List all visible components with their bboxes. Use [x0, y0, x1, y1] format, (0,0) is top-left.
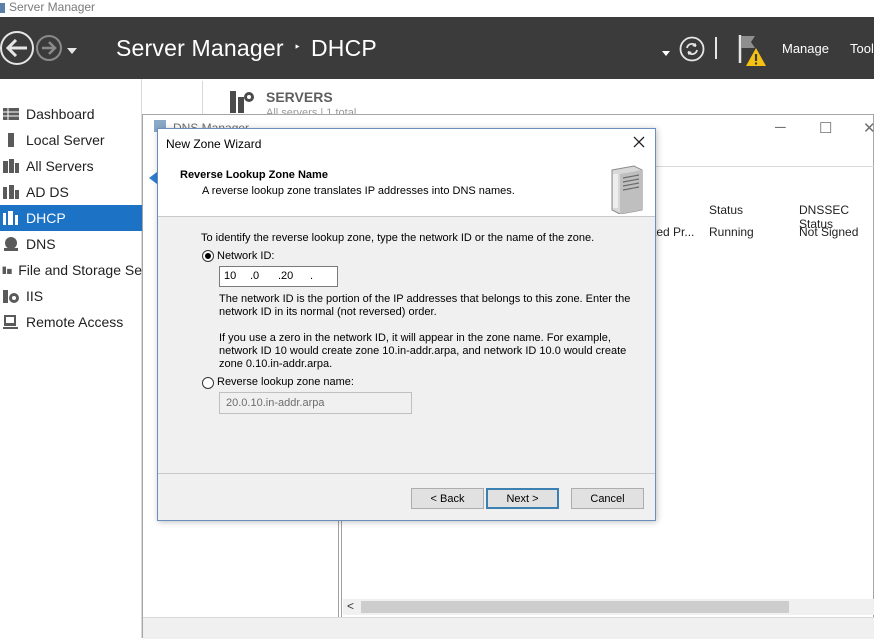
- all-servers-icon: [3, 159, 19, 173]
- forward-nav-button[interactable]: [36, 35, 62, 61]
- sidebar-item-remote-access[interactable]: Remote Access: [0, 309, 142, 335]
- sidebar-item-label: AD DS: [26, 184, 69, 200]
- server-manager-titlebar: Server Manager: [0, 0, 874, 17]
- zone-name-input[interactable]: 20.0.10.in-addr.arpa: [219, 392, 412, 414]
- manage-menu[interactable]: Manage: [782, 41, 829, 56]
- remote-access-icon: [3, 315, 18, 329]
- scroll-left-icon[interactable]: <: [347, 599, 354, 613]
- server-manager-sidebar: Dashboard Local Server All Servers AD DS…: [0, 79, 142, 638]
- notifications-flag[interactable]: [737, 33, 771, 72]
- sidebar-item-dns[interactable]: DNS: [0, 231, 142, 257]
- network-id-radio[interactable]: [202, 250, 214, 262]
- refresh-icon: [679, 36, 705, 62]
- sidebar-item-iis[interactable]: IIS: [0, 283, 142, 309]
- breadcrumb: Server Manager ‣ DHCP: [116, 35, 377, 62]
- servers-tools-icon: [230, 91, 254, 113]
- sidebar-item-label: Remote Access: [26, 314, 124, 330]
- history-dropdown[interactable]: [66, 42, 78, 60]
- adds-icon: [3, 185, 19, 199]
- arrow-left-icon: [6, 39, 27, 57]
- sidebar-item-ad-ds[interactable]: AD DS: [0, 179, 142, 205]
- sidebar-item-dashboard[interactable]: Dashboard: [0, 101, 142, 127]
- next-button[interactable]: Next >: [486, 488, 559, 509]
- sidebar-item-label: Dashboard: [26, 106, 95, 122]
- cell-dnssec: Not Signed: [799, 225, 859, 239]
- sidebar-item-all-servers[interactable]: All Servers: [0, 153, 142, 179]
- chevron-down-icon: [662, 51, 670, 56]
- horizontal-scrollbar[interactable]: <: [343, 599, 874, 615]
- network-id-octet-4: .: [310, 270, 314, 282]
- network-id-help-text: The network ID is the portion of the IP …: [219, 293, 631, 318]
- close-button[interactable]: ✕: [863, 119, 874, 137]
- refresh-button[interactable]: [679, 36, 705, 67]
- header-dropdown[interactable]: [661, 44, 671, 62]
- zone-name-radio[interactable]: [202, 377, 214, 389]
- arrow-right-icon: [42, 41, 57, 55]
- dhcp-icon: [3, 211, 18, 225]
- close-icon: [633, 136, 645, 148]
- sidebar-item-label: DNS: [26, 236, 56, 252]
- network-id-label: Network ID:: [217, 250, 275, 262]
- sidebar-item-label: Local Server: [26, 132, 105, 148]
- back-button[interactable]: < Back: [411, 488, 484, 509]
- zero-note-text: If you use a zero in the network ID, it …: [219, 332, 627, 370]
- dns-status-bar: [143, 617, 874, 639]
- sidebar-item-label: DHCP: [26, 210, 66, 226]
- sidebar-item-label: All Servers: [26, 158, 94, 174]
- sidebar-item-file-storage[interactable]: File and Storage Se: [0, 257, 142, 283]
- sidebar-item-local-server[interactable]: Local Server: [0, 127, 142, 153]
- network-id-octet-1: 10: [224, 270, 237, 282]
- minimize-button[interactable]: ─: [775, 119, 786, 136]
- window-title: Server Manager: [9, 0, 96, 14]
- sidebar-item-dhcp[interactable]: DHCP: [0, 205, 142, 231]
- server-manager-header: Server Manager ‣ DHCP Manage Tools: [0, 17, 874, 79]
- wizard-intro-text: To identify the reverse lookup zone, typ…: [201, 232, 595, 244]
- sidebar-item-label: File and Storage Se: [18, 262, 142, 278]
- sidebar-item-label: IIS: [26, 288, 44, 304]
- dashboard-icon: [3, 108, 19, 120]
- wizard-heading: Reverse Lookup Zone Name: [180, 169, 328, 181]
- cell-status: Running: [709, 225, 754, 239]
- wizard-button-divider: [158, 473, 655, 474]
- network-id-octet-2: .0: [250, 270, 260, 282]
- server-tower-icon: [611, 165, 643, 214]
- cell-truncated: ted Pr...: [653, 225, 695, 239]
- flag-warning-icon: [738, 35, 766, 66]
- servers-tile-label: SERVERS: [266, 89, 333, 105]
- file-storage-icon: [2, 266, 12, 274]
- breadcrumb-separator: ‣: [293, 39, 301, 54]
- cancel-button[interactable]: Cancel: [571, 488, 644, 509]
- zone-name-label: Reverse lookup zone name:: [217, 376, 354, 388]
- new-zone-wizard-dialog: New Zone Wizard Reverse Lookup Zone Name…: [157, 128, 656, 521]
- scrollbar-thumb[interactable]: [361, 601, 789, 613]
- network-id-octet-3: .20: [278, 270, 294, 282]
- wizard-title: New Zone Wizard: [166, 137, 262, 151]
- wizard-close-button[interactable]: [632, 133, 646, 154]
- network-id-input[interactable]: 10 .0 .20 .: [219, 266, 338, 287]
- breadcrumb-app: Server Manager: [116, 35, 284, 61]
- back-nav-button[interactable]: [0, 31, 34, 65]
- chevron-down-icon: [67, 48, 77, 54]
- maximize-button[interactable]: ☐: [819, 119, 832, 137]
- wizard-subheading: A reverse lookup zone translates IP addr…: [202, 185, 515, 197]
- breadcrumb-page: DHCP: [311, 35, 377, 61]
- server-manager-app-icon: [0, 3, 5, 13]
- column-header-status[interactable]: Status: [709, 203, 743, 217]
- dns-icon: [4, 237, 18, 251]
- tools-menu[interactable]: Tools: [850, 41, 874, 56]
- iis-icon: [3, 290, 19, 303]
- header-divider: [715, 37, 717, 59]
- local-server-icon: [8, 133, 14, 147]
